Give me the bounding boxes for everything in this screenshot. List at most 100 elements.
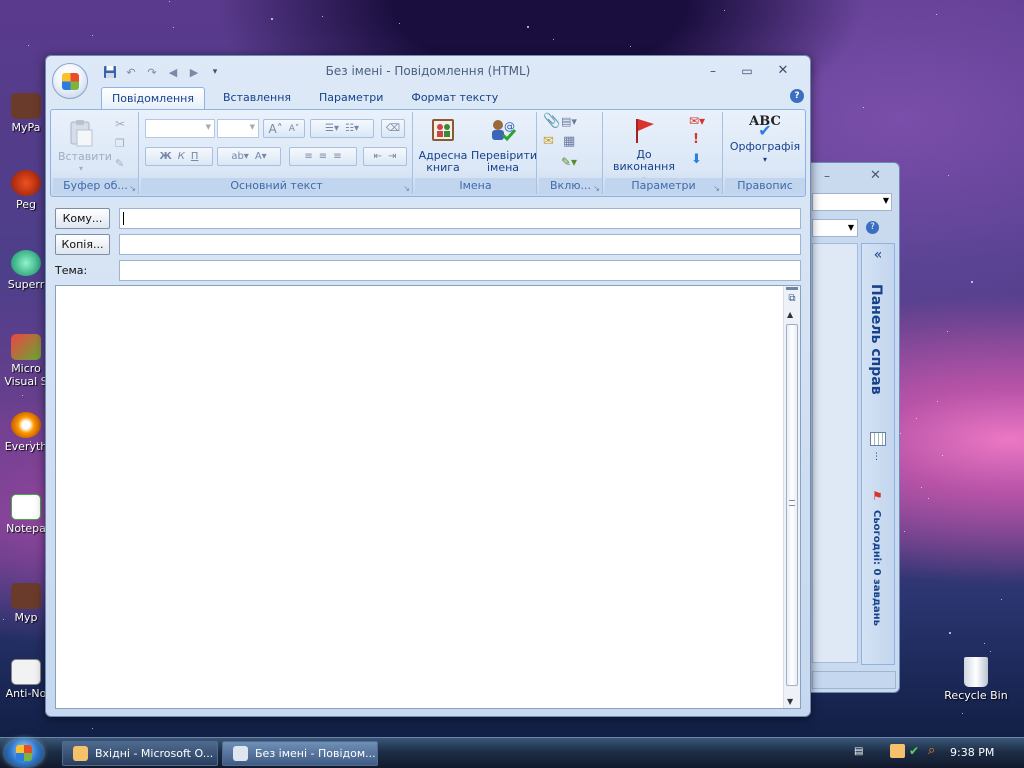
font-name-select[interactable]: ▼: [145, 119, 215, 138]
italic-button[interactable]: К: [178, 151, 185, 162]
address-book-icon: [432, 119, 454, 141]
format-painter-icon[interactable]: ✎: [115, 158, 124, 170]
recycle-bin-icon: [964, 657, 988, 687]
star: [935, 14, 937, 16]
color-buttons[interactable]: ab▾ A▾: [217, 147, 281, 166]
ruler-icon[interactable]: ⧉: [785, 293, 799, 306]
tab-options[interactable]: Параметри: [309, 87, 393, 109]
grow-shrink-font-buttons[interactable]: A˄ A˅: [263, 119, 305, 138]
follow-up-button[interactable]: До виконання▾: [607, 116, 681, 186]
clear-formatting-icon[interactable]: ⌫: [381, 119, 405, 138]
star: [990, 651, 992, 653]
maximize-button[interactable]: ▭: [736, 62, 758, 80]
star: [946, 330, 948, 332]
back-window-minimize-button[interactable]: –: [824, 169, 830, 183]
windows-logo-icon: [16, 745, 32, 761]
bold-button[interactable]: Ж: [160, 151, 172, 162]
spelling-button[interactable]: ABC ✔ Орфографія ▾: [727, 115, 803, 166]
font-color-icon: A▾: [254, 151, 267, 162]
align-left-icon: ≡: [304, 151, 313, 162]
paste-button[interactable]: Вставити ▾: [58, 118, 112, 175]
title-bar[interactable]: ↶ ↷ ◀ ▶ ▾ Без імені - Повідомлення (HTML…: [46, 56, 810, 86]
calendar-icon[interactable]: [870, 432, 886, 446]
taskbar-item-message[interactable]: Без імені - Повідом...: [222, 741, 378, 766]
list-buttons[interactable]: ☰▾ ☷▾: [310, 119, 374, 138]
business-card-icon[interactable]: ✉: [543, 135, 554, 148]
scroll-down-icon[interactable]: ▼: [787, 697, 793, 706]
help-icon[interactable]: ?: [790, 89, 804, 103]
system-tray: ▤ ✔ ⌕ 9:38 PM: [854, 738, 1024, 768]
signature-icon[interactable]: ✎▾: [561, 156, 577, 168]
help-icon[interactable]: ?: [866, 221, 879, 234]
scrollbar-thumb[interactable]: [786, 324, 798, 686]
copy-icon[interactable]: ❐: [115, 138, 125, 150]
more-icon[interactable]: ⋮: [872, 452, 881, 462]
star: [903, 530, 905, 532]
back-window-content: [812, 243, 858, 663]
numbering-icon: ☷▾: [345, 123, 359, 134]
clock[interactable]: 9:38 PM: [950, 746, 994, 759]
close-button[interactable]: ✕: [772, 62, 794, 80]
flag-icon: ⚑: [872, 489, 883, 503]
to-button[interactable]: Кому...: [55, 208, 110, 229]
align-right-icon: ≡: [333, 151, 342, 162]
indent-buttons[interactable]: ⇤ ⇥: [363, 147, 407, 166]
desktop-icon-recycle-bin[interactable]: Recycle Bin: [940, 657, 1012, 702]
address-book-button[interactable]: Адресна книга: [417, 116, 469, 174]
subject-field[interactable]: [119, 260, 801, 281]
cc-button[interactable]: Копія...: [55, 234, 110, 255]
group-basic-text: ▼ ▼ A˄ A˅ ☰▾ ☷▾ ⌫ Ж К П ab▾ A▾ ≡ ≡ ≡ ⇤ ⇥ Основ…: [141, 112, 413, 194]
outlook-tray-icon[interactable]: [890, 744, 905, 758]
group-label-include: Вклю... ↘: [539, 178, 602, 194]
show-desktop-icon[interactable]: ▤: [854, 746, 863, 757]
message-window[interactable]: ↶ ↷ ◀ ▶ ▾ Без імені - Повідомлення (HTML…: [45, 55, 811, 717]
dialog-launcher-icon[interactable]: ↘: [713, 181, 720, 197]
shrink-font-icon: A˅: [288, 123, 300, 134]
outlook-main-window[interactable]: – ✕ ▼ ▼ ? « Панель справ ⋮ ⚑ Сьогодні: 0…: [803, 162, 900, 693]
check-names-button[interactable]: @ Перевірити імена: [471, 116, 537, 174]
star: [724, 9, 726, 11]
office-button[interactable]: [52, 63, 88, 99]
dialog-launcher-icon[interactable]: ↘: [129, 181, 136, 197]
star: [526, 25, 529, 28]
attach-file-icon[interactable]: 📎: [543, 114, 560, 128]
underline-button[interactable]: П: [191, 151, 199, 162]
categorize-icon[interactable]: ✉▾: [689, 115, 705, 127]
scroll-up-icon[interactable]: ▲: [787, 310, 793, 319]
back-window-close-button[interactable]: ✕: [870, 168, 881, 183]
tab-insert[interactable]: Вставлення: [213, 87, 301, 109]
group-label-proofing: Правопис: [725, 178, 805, 194]
tab-message[interactable]: Повідомлення: [101, 87, 205, 109]
back-window-search-field[interactable]: ▼: [812, 193, 892, 211]
cut-icon[interactable]: ✂: [115, 118, 125, 130]
star: [553, 38, 555, 40]
dialog-launcher-icon[interactable]: ↘: [593, 181, 600, 197]
alignment-buttons[interactable]: ≡ ≡ ≡: [289, 147, 357, 166]
high-importance-icon[interactable]: !: [693, 133, 699, 146]
grow-font-icon: A˄: [268, 121, 283, 136]
star: [948, 175, 950, 177]
low-importance-icon[interactable]: ⬇: [691, 153, 702, 166]
align-center-icon: ≡: [318, 151, 328, 162]
cc-field[interactable]: [119, 234, 801, 255]
minimize-button[interactable]: –: [702, 62, 724, 80]
tab-format-text[interactable]: Формат тексту: [401, 87, 508, 109]
to-field[interactable]: [119, 208, 801, 229]
split-handle[interactable]: [786, 287, 798, 290]
group-options: До виконання▾ ✉▾ ! ⬇ Параметри↘: [605, 112, 723, 194]
start-button[interactable]: [5, 739, 43, 767]
collapse-taskpane-button[interactable]: «: [862, 247, 894, 263]
network-icon[interactable]: ✔: [909, 744, 919, 758]
star: [983, 642, 985, 644]
back-window-dropdown[interactable]: ▼: [812, 219, 858, 237]
search-icon[interactable]: ⌕: [928, 743, 935, 758]
taskbar-item-inbox[interactable]: Вхідні - Microsoft O...: [62, 741, 218, 766]
checkmark-icon: ✔: [758, 121, 772, 140]
calendar-icon[interactable]: ▦: [563, 135, 575, 148]
dialog-launcher-icon[interactable]: ↘: [403, 181, 410, 197]
vertical-scrollbar[interactable]: ⧉ ▲ ▼: [783, 286, 800, 708]
font-size-select[interactable]: ▼: [217, 119, 259, 138]
attach-item-icon[interactable]: ▤▾: [561, 116, 577, 128]
star: [172, 27, 174, 29]
message-body[interactable]: ⧉ ▲ ▼: [55, 285, 801, 709]
